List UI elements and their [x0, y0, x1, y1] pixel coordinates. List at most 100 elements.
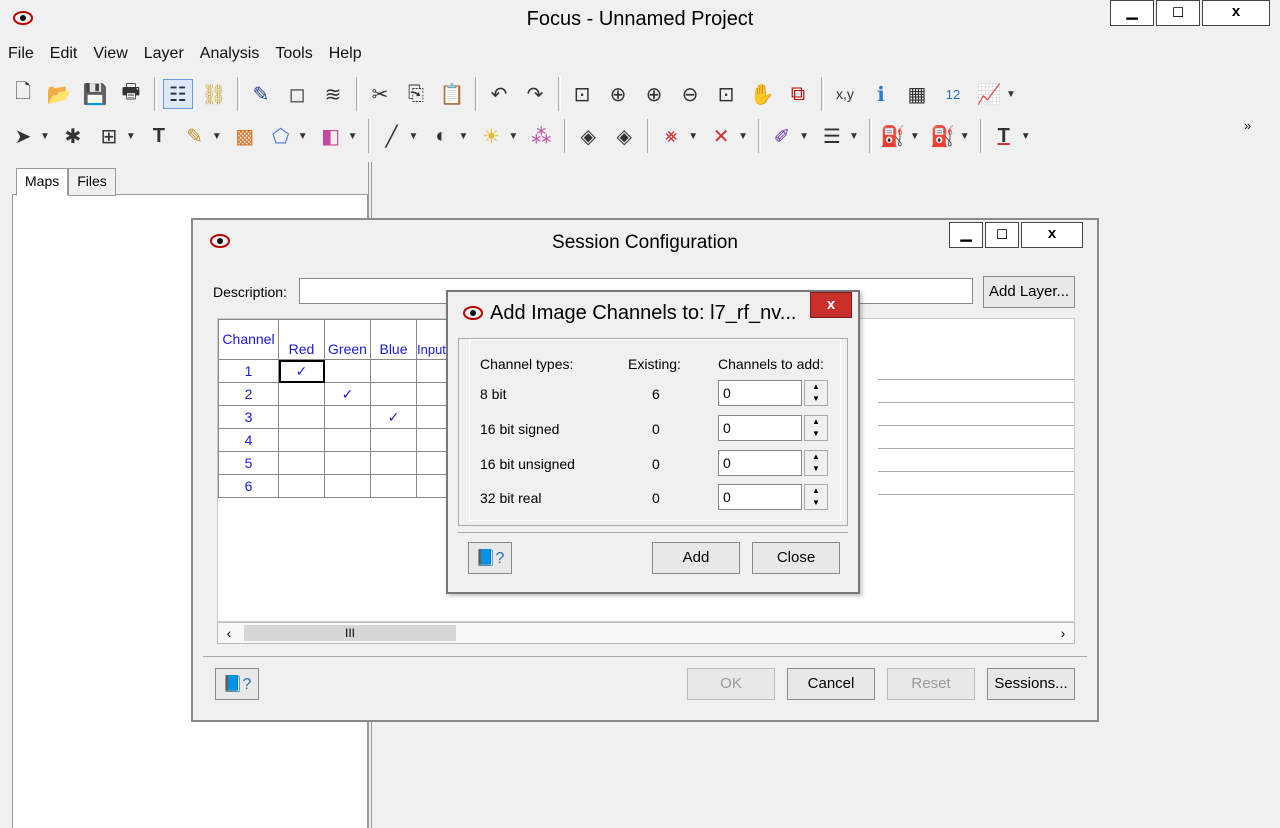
text-color-icon[interactable]: T [989, 121, 1019, 151]
feature-add-icon[interactable]: ⨳ [656, 121, 686, 151]
blue-cell[interactable] [370, 382, 417, 406]
spin-down-icon[interactable]: ▼ [805, 463, 827, 475]
copy-icon[interactable]: ⎘ [401, 79, 431, 109]
info-icon[interactable]: ℹ [866, 79, 896, 109]
tab-files[interactable]: Files [68, 168, 116, 196]
toolbar-overflow-icon[interactable]: » [1244, 118, 1251, 133]
close-dialog-button[interactable]: Close [752, 542, 840, 574]
close-button[interactable]: x [810, 292, 852, 318]
feature-add-dropdown-icon[interactable]: ▼ [688, 131, 698, 142]
line-tool-icon[interactable]: ╱ [377, 121, 407, 151]
green-cell[interactable] [324, 451, 371, 475]
menu-tools[interactable]: Tools [275, 45, 312, 63]
zoom-window-icon[interactable]: ⊕ [603, 79, 633, 109]
add-button[interactable]: Add [652, 542, 740, 574]
open-folder-icon[interactable]: 📂 [44, 79, 74, 109]
red-cell[interactable] [278, 428, 325, 452]
new-file-icon[interactable]: 🗋 [8, 79, 38, 109]
horizontal-scrollbar[interactable]: ‹ III › [217, 622, 1075, 644]
line-color-dropdown-icon[interactable]: ▼ [799, 131, 809, 142]
menu-analysis[interactable]: Analysis [200, 45, 260, 63]
feature-remove-icon[interactable]: ✕ [706, 121, 736, 151]
pan-hand-icon[interactable]: ✋ [747, 79, 777, 109]
zoom-extents-icon[interactable]: ⊡ [567, 79, 597, 109]
fill-pattern-dropdown-icon[interactable]: ▼ [960, 131, 970, 142]
grid-select-icon[interactable]: ⊞ [94, 121, 124, 151]
menu-help[interactable]: Help [329, 45, 362, 63]
graph-icon[interactable]: 📈 [974, 79, 1004, 109]
spin-up-icon[interactable]: ▲ [805, 381, 827, 393]
rgb-circles-icon[interactable]: ⁂ [526, 121, 556, 151]
line-dropdown-icon[interactable]: ▼ [409, 131, 419, 142]
cancel-button[interactable]: Cancel [787, 668, 875, 700]
sessions-button[interactable]: Sessions... [987, 668, 1075, 700]
zoom-in-icon[interactable]: ⊕ [639, 79, 669, 109]
green-cell[interactable]: ✓ [324, 382, 371, 406]
vertex-edit-icon[interactable]: ✱ [58, 121, 88, 151]
add-layer-button[interactable]: Add Layer... [983, 276, 1075, 308]
brush-dropdown-icon[interactable]: ▼ [212, 131, 222, 142]
properties-icon[interactable]: ☷ [163, 79, 193, 109]
window-icon[interactable]: ◻ [282, 79, 312, 109]
sun-dropdown-icon[interactable]: ▼ [508, 131, 518, 142]
close-button[interactable]: x [1021, 222, 1083, 248]
quantity-stepper[interactable]: 0 ▲ ▼ [718, 450, 830, 476]
pointer-fill-icon[interactable]: ◧ [316, 121, 346, 151]
quantity-stepper[interactable]: 0 ▲ ▼ [718, 484, 830, 510]
polygon-icon[interactable]: ⬠ [266, 121, 296, 151]
blue-cell[interactable]: ✓ [370, 405, 417, 429]
channels-to-add-input[interactable]: 0 [718, 415, 802, 441]
help-button[interactable]: 📘? [215, 668, 259, 700]
red-cell[interactable]: ✓ [278, 359, 325, 383]
line-color-icon[interactable]: ✐ [767, 121, 797, 151]
scroll-right-icon[interactable]: › [1052, 623, 1074, 643]
quantity-stepper[interactable]: 0 ▲ ▼ [718, 415, 830, 441]
scroll-thumb[interactable]: III [244, 625, 456, 641]
blue-cell[interactable] [370, 451, 417, 475]
line-style-icon[interactable]: ☰ [817, 121, 847, 151]
channels-to-add-input[interactable]: 0 [718, 484, 802, 510]
table-icon[interactable]: ▦ [902, 79, 932, 109]
link-icon[interactable]: ⛓ [199, 79, 229, 109]
line-style-dropdown-icon[interactable]: ▼ [849, 131, 859, 142]
menu-layer[interactable]: Layer [144, 45, 184, 63]
sun-icon[interactable]: ☀ [476, 121, 506, 151]
menu-edit[interactable]: Edit [50, 45, 78, 63]
spin-up-icon[interactable]: ▲ [805, 485, 827, 497]
quantity-stepper[interactable]: 0 ▲ ▼ [718, 380, 830, 406]
zoom-out-icon[interactable]: ⊖ [675, 79, 705, 109]
scroll-left-icon[interactable]: ‹ [218, 623, 240, 643]
coordinates-icon[interactable]: x,y [830, 79, 860, 109]
feature-remove-dropdown-icon[interactable]: ▼ [738, 131, 748, 142]
polygon-dropdown-icon[interactable]: ▼ [298, 131, 308, 142]
print-icon[interactable]: 🖶 [116, 79, 146, 109]
channels-to-add-input[interactable]: 0 [718, 450, 802, 476]
edit-pen-icon[interactable]: ✎ [246, 79, 276, 109]
select-arrow-icon[interactable]: ➤ [8, 121, 38, 151]
fill-pattern-icon[interactable]: ⛽ [928, 121, 958, 151]
layer-stack-alt-icon[interactable]: ◈ [609, 121, 639, 151]
green-cell[interactable] [324, 474, 371, 498]
maximize-button[interactable]: ◻ [1156, 0, 1200, 26]
undo-icon[interactable]: ↶ [484, 79, 514, 109]
green-cell[interactable] [324, 405, 371, 429]
blue-cell[interactable] [370, 474, 417, 498]
reset-button[interactable]: Reset [887, 668, 975, 700]
minimize-button[interactable]: ▁ [1110, 0, 1154, 26]
brush-tool-icon[interactable]: ✎ [180, 121, 210, 151]
numbers-icon[interactable]: 12 [938, 79, 968, 109]
spin-up-icon[interactable]: ▲ [805, 451, 827, 463]
graph-dropdown-icon[interactable]: ▼ [1006, 89, 1016, 100]
red-cell[interactable] [278, 451, 325, 475]
minimize-button[interactable]: ▁ [949, 222, 983, 248]
raster-edit-icon[interactable]: ▩ [230, 121, 260, 151]
menu-view[interactable]: View [93, 45, 127, 63]
spin-up-icon[interactable]: ▲ [805, 416, 827, 428]
save-icon[interactable]: 💾 [80, 79, 110, 109]
channels-to-add-input[interactable]: 0 [718, 380, 802, 406]
spin-down-icon[interactable]: ▼ [805, 497, 827, 509]
grid-dropdown-icon[interactable]: ▼ [126, 131, 136, 142]
red-cell[interactable] [278, 474, 325, 498]
red-cell[interactable] [278, 382, 325, 406]
pointer-fill-dropdown-icon[interactable]: ▼ [348, 131, 358, 142]
